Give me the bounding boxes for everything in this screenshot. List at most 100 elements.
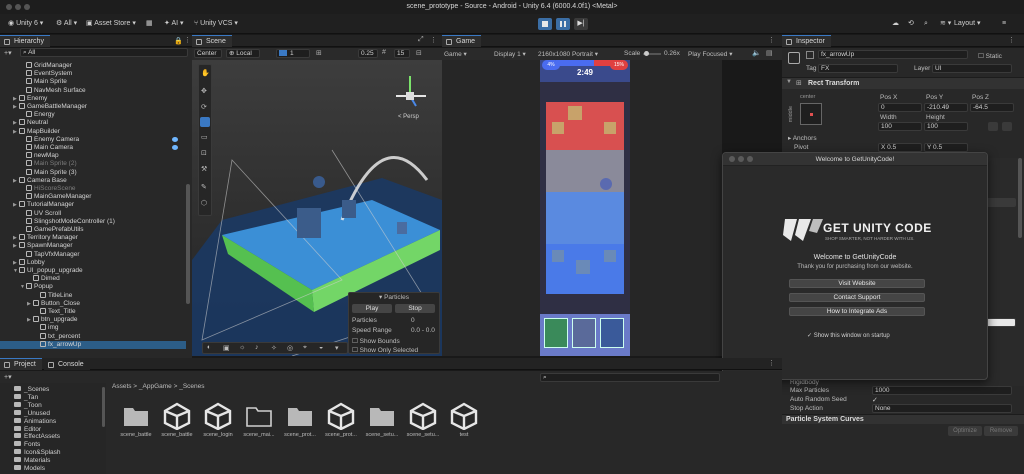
audio-icon[interactable]: ♪ — [255, 344, 259, 351]
hidden-objects-icon[interactable]: ◎ — [287, 344, 293, 352]
folder-tree-item[interactable]: Models — [14, 465, 45, 473]
hierarchy-item[interactable]: Dimed — [0, 275, 186, 283]
pivot-x-field[interactable]: X 0.5 — [878, 143, 922, 152]
hierarchy-item[interactable]: Main Camera — [0, 144, 186, 152]
layer-dropdown-inspector[interactable]: UI — [932, 64, 1012, 73]
layer-dropdown[interactable]: 1 — [276, 49, 310, 58]
maximize-window-icon[interactable] — [24, 4, 30, 10]
hierarchy-item[interactable]: EventSystem — [0, 70, 186, 78]
panel-menu-icon[interactable]: ⋮ — [184, 36, 191, 44]
particles-stop-button[interactable]: Stop — [395, 304, 435, 313]
inspector-menu-icon[interactable]: ⋮ — [1008, 36, 1015, 44]
folder-tree-item[interactable]: Materials — [14, 457, 50, 465]
persp-label[interactable]: < Persp — [398, 114, 419, 120]
hierarchy-item[interactable]: ▶ MapBuilder — [0, 127, 186, 136]
space-dropdown[interactable]: ⊕ Local — [226, 49, 260, 58]
auto-seed-checkbox[interactable]: ✓ — [872, 396, 878, 404]
hierarchy-item[interactable]: Energy — [0, 111, 186, 119]
pos-z-field[interactable]: -64.5 — [970, 103, 1014, 112]
object-name-field[interactable]: fx_arrowUp — [818, 50, 968, 59]
effects-icon[interactable]: ✧ — [271, 344, 277, 352]
color-swatch[interactable] — [986, 318, 1016, 327]
show-only-selected-checkbox[interactable]: ☐ Show Only Selected — [352, 346, 418, 354]
hierarchy-item[interactable]: ▼ UI_popup_upgrade — [0, 267, 186, 275]
hierarchy-item[interactable]: img — [0, 324, 186, 332]
hierarchy-item[interactable]: ▶ btn_upgrade — [0, 316, 186, 324]
hierarchy-item[interactable]: ▼ Popup — [0, 283, 186, 291]
rect-transform-header[interactable]: ▼ ⊞ Rect Transform — [782, 77, 1024, 89]
hierarchy-item[interactable]: HiScoreScene — [0, 185, 186, 193]
package-icon[interactable]: ▦ — [142, 18, 157, 30]
minimize-window-icon[interactable] — [15, 4, 21, 10]
lighting-icon[interactable]: ☼ — [239, 344, 245, 351]
active-checkbox[interactable] — [806, 51, 814, 59]
step-button[interactable]: ▶| — [574, 18, 588, 30]
tab-project[interactable]: Project — [0, 358, 42, 370]
hierarchy-scrollbar[interactable] — [186, 184, 190, 304]
project-menu-icon[interactable]: ⋮ — [768, 359, 775, 367]
resolution-dropdown[interactable]: 2160x1080 Portrait ▾ — [538, 50, 598, 58]
2d-toggle-icon[interactable]: ▣ — [223, 344, 230, 352]
folder-scrollbar[interactable] — [102, 387, 105, 427]
hierarchy-item[interactable]: fx_arrowUp — [0, 340, 186, 349]
hierarchy-item[interactable]: TitleLine — [0, 291, 186, 300]
folder-tree-item[interactable]: Fonts — [14, 441, 40, 449]
scene-menu-icon[interactable]: ⋮ — [430, 36, 437, 44]
tab-game[interactable]: Game — [442, 35, 482, 47]
history-icon[interactable]: ⟲ — [904, 18, 918, 30]
visibility-eye-icon[interactable] — [172, 145, 178, 150]
visibility-eye-icon[interactable] — [172, 136, 178, 142]
ai-button[interactable]: ✦ AI ▾ — [160, 18, 188, 30]
grid-field[interactable]: 15 — [394, 49, 410, 58]
hierarchy-item[interactable]: ▶ Enemy — [0, 94, 186, 103]
move-tool-icon[interactable]: ✥ — [201, 87, 207, 95]
hierarchy-item[interactable]: newMap — [0, 152, 186, 160]
raw-edit-button[interactable] — [1002, 122, 1012, 131]
game-mode-dropdown[interactable]: Game ▾ — [444, 50, 467, 58]
close-window-icon[interactable] — [6, 4, 12, 10]
visit-website-button[interactable]: Visit Website — [789, 279, 925, 288]
tag-dropdown[interactable]: FX — [818, 64, 898, 73]
folder-tree-item[interactable]: EffectAssets — [14, 433, 60, 441]
tab-console[interactable]: Console — [44, 358, 90, 370]
hierarchy-item[interactable]: ▶ Camera Base — [0, 176, 186, 185]
scene-viewport[interactable]: < Persp ✋ ✥ ⟳ ▭ ⊡ ⚒ ✎ ⬡ ▾ Particles Play… — [192, 60, 442, 356]
hierarchy-item[interactable]: MainGameManager — [0, 193, 186, 201]
breadcrumb[interactable]: Assets > _AppGame > _Scenes — [112, 383, 205, 390]
tab-hierarchy[interactable]: Hierarchy — [0, 35, 50, 47]
scale-slider[interactable] — [643, 51, 661, 56]
vcs-button[interactable]: ⑂ Unity VCS ▾ — [190, 18, 242, 30]
brush-tool-icon[interactable]: ✎ — [201, 183, 207, 191]
add-object-button[interactable]: +▾ — [4, 49, 14, 57]
maximize-icon[interactable]: ⤢ — [418, 36, 424, 44]
project-search-input[interactable]: ⌕ — [540, 373, 720, 382]
gizmo-icon[interactable]: ⊟ — [416, 49, 422, 57]
show-bounds-checkbox[interactable]: ☐ Show Bounds — [352, 337, 400, 345]
account-button[interactable]: ◉ Unity 6 ▾ — [4, 18, 47, 30]
snap-icon[interactable]: ⊞ — [316, 49, 322, 57]
mute-audio-icon[interactable]: 🔈 — [752, 49, 761, 57]
hierarchy-item[interactable]: GridManager — [0, 62, 186, 70]
pause-button[interactable] — [556, 18, 570, 30]
hierarchy-item[interactable]: Main Sprite (3) — [0, 168, 186, 177]
pivot-y-field[interactable]: Y 0.5 — [924, 143, 968, 152]
card-2[interactable] — [572, 318, 596, 348]
hierarchy-item[interactable]: ▶ Lobby — [0, 258, 186, 267]
particles-play-button[interactable]: Play — [352, 304, 392, 313]
layout-button[interactable]: Layout ▾ — [950, 18, 985, 30]
play-button[interactable] — [538, 18, 552, 30]
tab-scene[interactable]: Scene — [192, 35, 232, 47]
anchor-preset-button[interactable] — [800, 103, 822, 125]
settings-icon[interactable]: ≡ — [998, 18, 1010, 30]
play-focused-dropdown[interactable]: Play Focused ▾ — [688, 50, 732, 58]
width-field[interactable]: 100 — [878, 122, 922, 131]
optimize-button[interactable]: Optimize — [948, 426, 982, 436]
project-add-button[interactable]: +▾ — [4, 373, 12, 381]
curves-header[interactable]: Particle System Curves — [782, 414, 1024, 424]
height-field[interactable]: 100 — [924, 122, 968, 131]
hierarchy-item[interactable]: NavMesh Surface — [0, 86, 186, 95]
folder-tree-item[interactable]: Icon&Splash — [14, 449, 61, 457]
max-particles-field[interactable]: 1000 — [872, 386, 1012, 395]
hierarchy-item[interactable]: ▶ Territory Manager — [0, 234, 186, 242]
pos-y-field[interactable]: -210.49 — [924, 103, 968, 112]
